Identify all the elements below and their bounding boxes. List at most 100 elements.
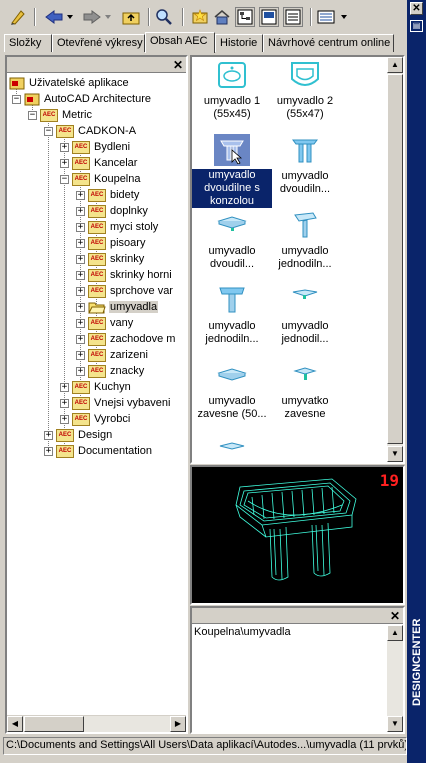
tree-node-bidety[interactable]: + AEC bidety — [76, 187, 140, 203]
list-item[interactable]: umyvadlo dvoudiln... — [265, 134, 345, 196]
basin-icon — [292, 289, 318, 299]
wireframe-preview-image — [235, 478, 357, 581]
expand-icon[interactable]: + — [76, 366, 85, 376]
expand-icon[interactable]: + — [76, 286, 85, 296]
aec-folder-icon: AEC — [72, 412, 90, 426]
tree-node-vyrobci[interactable]: + AEC Vyrobci — [60, 411, 131, 427]
expand-icon[interactable]: + — [76, 318, 85, 328]
list-item[interactable]: umyvadlo zavesne (50... — [192, 359, 272, 421]
tree-node-skrinky[interactable]: + AEC skrinky — [76, 251, 145, 267]
tab-historie[interactable]: Historie — [215, 34, 263, 52]
tree-node-documentation[interactable]: + AEC Documentation — [44, 443, 153, 459]
tree-node-umyvadla[interactable]: + umyvadla — [76, 299, 159, 315]
tree-node-skrinky-horni[interactable]: + AEC skrinky horni — [76, 267, 173, 283]
window-title: DESIGNCENTER — [411, 618, 423, 706]
expand-icon[interactable]: + — [60, 398, 69, 408]
list-item[interactable]: umyvadlo 1 (55x45) — [192, 59, 272, 121]
aec-folder-icon: AEC — [88, 220, 106, 234]
list-item-selected[interactable]: umyvadlo dvoudilne s konzolou — [192, 134, 272, 208]
close-icon[interactable]: ✕ — [173, 58, 183, 72]
preview-icon[interactable] — [259, 7, 279, 27]
properties-icon[interactable]: ▤ — [410, 20, 423, 32]
expand-icon[interactable]: + — [76, 190, 85, 200]
close-icon[interactable]: ✕ — [390, 609, 400, 623]
scroll-thumb[interactable] — [24, 716, 84, 732]
tab-otevrene-vykresy[interactable]: Otevřené výkresy — [52, 34, 145, 52]
tree-node-root[interactable]: Uživatelské aplikace — [9, 75, 130, 91]
description-icon[interactable] — [283, 7, 303, 27]
aec-folder-icon: AEC — [72, 140, 90, 154]
expand-icon[interactable]: + — [76, 222, 85, 232]
tree-node-kancelar[interactable]: + AEC Kancelar — [60, 155, 138, 171]
tree-node-doplnky[interactable]: + AEC doplnky — [76, 203, 149, 219]
list-item[interactable]: umyvadlo jednodiln... — [265, 209, 345, 271]
folder-tree: Uživatelské aplikace − AutoCAD Architect… — [7, 74, 186, 715]
expand-icon[interactable]: + — [44, 446, 53, 456]
expand-icon[interactable]: + — [76, 270, 85, 280]
list-item[interactable]: umyvadlo 2 (55x47) — [265, 59, 345, 121]
tab-navrhove-centrum[interactable]: Návrhové centrum online — [263, 34, 394, 52]
collapse-icon[interactable]: − — [12, 94, 21, 104]
tree-node-sprchove-var[interactable]: + AEC sprchove var — [76, 283, 174, 299]
expand-icon[interactable]: + — [44, 430, 53, 440]
collapse-icon[interactable]: − — [44, 126, 53, 136]
tree-node-vany[interactable]: + AEC vany — [76, 315, 134, 331]
aec-folder-icon: AEC — [88, 252, 106, 266]
tree-node-cadkon-a[interactable]: − AEC CADKON-A — [44, 123, 137, 139]
scroll-thumb[interactable] — [387, 74, 403, 444]
tree-node-pisoary[interactable]: + AEC pisoary — [76, 235, 146, 251]
forward-icon[interactable] — [80, 7, 114, 27]
tree-node-vnejsi-vybaveni[interactable]: + AEC Vnejsi vybaveni — [60, 395, 171, 411]
tree-node-bydleni[interactable]: + AEC Bydleni — [60, 139, 131, 155]
scroll-down-icon[interactable]: ▼ — [387, 446, 403, 462]
tree-node-design[interactable]: + AEC Design — [44, 427, 113, 443]
tab-slozky[interactable]: Složky — [4, 34, 52, 52]
tree-node-koupelna[interactable]: − AEC Koupelna — [60, 171, 142, 187]
tree-toggle-icon[interactable] — [235, 7, 255, 27]
expand-icon[interactable]: + — [60, 414, 69, 424]
back-icon[interactable] — [42, 7, 76, 27]
tree-horizontal-scrollbar[interactable]: ◀ ▶ — [7, 715, 186, 732]
list-item[interactable]: umyvadlo jednodiln... — [192, 284, 272, 346]
aec-folder-icon: AEC — [56, 428, 74, 442]
scroll-right-icon[interactable]: ▶ — [170, 716, 186, 732]
up-folder-icon[interactable] — [120, 7, 142, 27]
home-icon[interactable] — [212, 7, 232, 27]
tree-node-zachodove[interactable]: + AEC zachodove m — [76, 331, 176, 347]
expand-icon[interactable]: + — [76, 350, 85, 360]
tab-obsah-aec[interactable]: Obsah AEC — [145, 32, 215, 53]
tree-node-myci-stoly[interactable]: + AEC myci stoly — [76, 219, 159, 235]
description-panel: ✕ Koupelna\umyvadla ▲ ▼ — [190, 606, 405, 734]
aec-folder-icon: AEC — [88, 316, 106, 330]
list-item[interactable]: umyvadlo dvoudil... — [192, 209, 272, 271]
expand-icon[interactable]: + — [76, 238, 85, 248]
expand-icon[interactable]: + — [76, 302, 85, 312]
expand-icon[interactable]: + — [76, 254, 85, 264]
scroll-up-icon[interactable]: ▲ — [387, 625, 403, 641]
load-icon[interactable] — [8, 7, 28, 27]
expand-icon[interactable]: + — [60, 382, 69, 392]
tree-node-znacky[interactable]: + AEC znacky — [76, 363, 145, 379]
description-scrollbar[interactable]: ▲ ▼ — [387, 625, 403, 732]
expand-icon[interactable]: + — [60, 142, 69, 152]
content-vertical-scrollbar[interactable]: ▲ ▼ — [387, 57, 403, 462]
expand-icon[interactable]: + — [60, 158, 69, 168]
designcenter-title-bar[interactable]: ✕ ▤ DESIGNCENTER — [407, 0, 426, 763]
tree-node-zarizeni[interactable]: + AEC zarizeni — [76, 347, 149, 363]
scroll-up-icon[interactable]: ▲ — [387, 57, 403, 73]
tree-node-kuchyn[interactable]: + AEC Kuchyn — [60, 379, 132, 395]
tree-node-metric[interactable]: − AEC Metric — [28, 107, 93, 123]
collapse-icon[interactable]: − — [60, 174, 69, 184]
expand-icon[interactable]: + — [76, 334, 85, 344]
list-item[interactable]: umyvadlo jednodil... — [265, 284, 345, 346]
close-icon[interactable]: ✕ — [410, 2, 423, 15]
scroll-down-icon[interactable]: ▼ — [387, 716, 403, 732]
search-icon[interactable] — [154, 7, 174, 27]
list-item[interactable]: umyvatko zavesne — [265, 359, 345, 421]
tree-node-autocad-architecture[interactable]: − AutoCAD Architecture — [12, 91, 152, 107]
favorites-icon[interactable] — [190, 7, 210, 27]
scroll-left-icon[interactable]: ◀ — [7, 716, 23, 732]
views-icon[interactable] — [316, 7, 350, 27]
collapse-icon[interactable]: − — [28, 110, 37, 120]
expand-icon[interactable]: + — [76, 206, 85, 216]
